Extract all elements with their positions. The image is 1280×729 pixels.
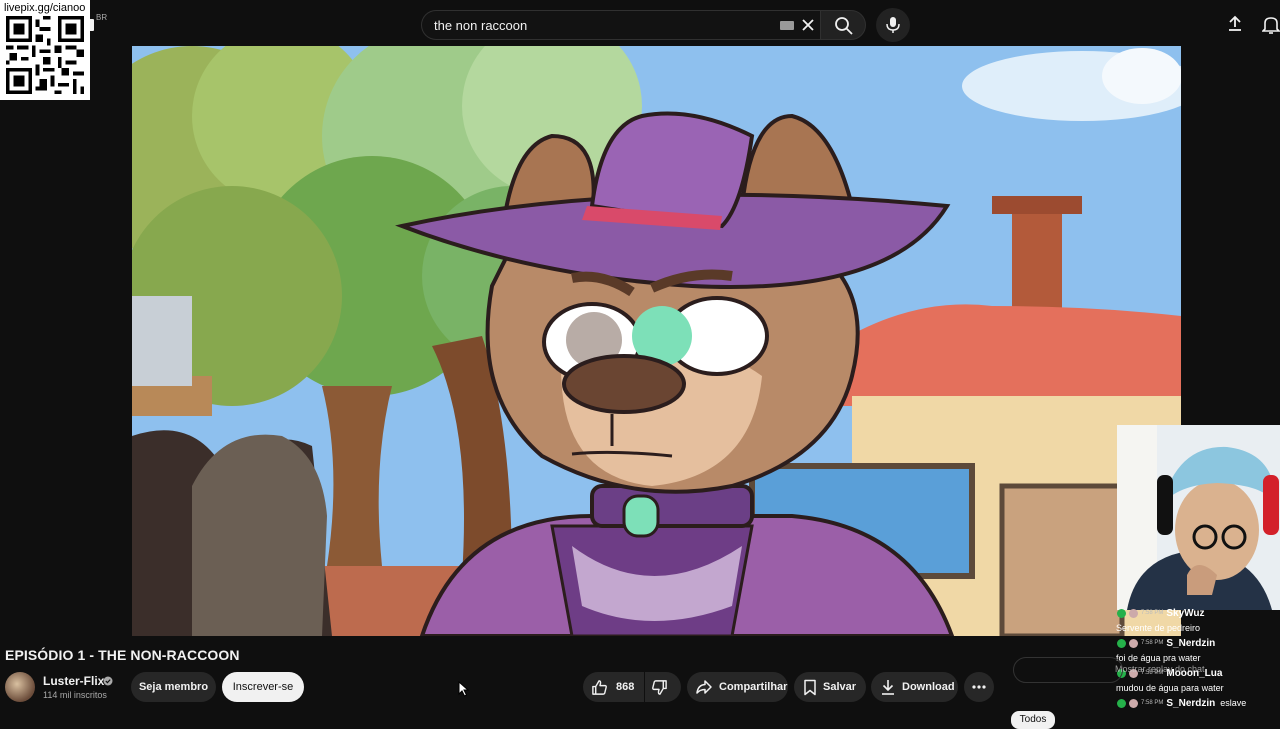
chat-text: mudou de água para water xyxy=(1116,683,1224,693)
chat-text: eslave xyxy=(1220,698,1247,708)
streamer-webcam xyxy=(1117,425,1280,610)
video-title: EPISÓDIO 1 - THE NON-RACCOON xyxy=(5,647,240,663)
sub-badge-icon xyxy=(1117,609,1126,618)
microphone-icon xyxy=(886,17,900,33)
sub-badge-icon xyxy=(1117,639,1126,648)
subscribe-button-label: Inscrever-se xyxy=(232,681,294,693)
share-icon xyxy=(696,680,712,694)
keyboard-icon[interactable] xyxy=(780,21,794,30)
voice-search-button[interactable] xyxy=(876,8,910,42)
chat-username: S_Nerdzin xyxy=(1166,638,1216,649)
chat-message: 7:58 PM S_Nerdzin eslave xyxy=(1115,696,1280,711)
chat-message: 7:58 PM S_Nerdzin foi de água pra water xyxy=(1115,636,1280,666)
chat-timestamp: 7:58 PM xyxy=(1141,610,1164,616)
download-icon xyxy=(882,679,894,695)
subscribe-button[interactable]: Inscrever-se xyxy=(222,672,304,702)
more-actions-button[interactable] xyxy=(964,672,994,702)
clear-search-icon[interactable] xyxy=(798,15,818,35)
save-label: Salvar xyxy=(823,681,857,693)
download-button[interactable]: Download xyxy=(871,672,958,702)
like-count: 868 xyxy=(616,681,635,693)
video-frame xyxy=(132,46,1181,636)
dislike-button[interactable] xyxy=(645,672,681,702)
subscriber-count: 114 mil inscritos xyxy=(43,690,107,700)
like-button[interactable]: 868 xyxy=(583,672,644,702)
search-input[interactable]: the non raccoon xyxy=(434,18,527,33)
upload-icon[interactable] xyxy=(1226,15,1244,33)
bookmark-icon xyxy=(804,679,816,695)
chat-message: 7:58 PM SkyWuz Servente de pedreiro xyxy=(1115,606,1280,636)
chat-timestamp: 7:58 PM xyxy=(1141,640,1164,646)
channel-name[interactable]: Luster-Flix xyxy=(43,674,104,688)
user-badge-icon xyxy=(1129,699,1138,708)
top-bar: BR the non raccoon xyxy=(0,0,1280,46)
live-chat: 7:58 PM SkyWuz Servente de pedreiro 7:58… xyxy=(1115,606,1280,720)
share-button[interactable]: Compartilhar xyxy=(687,672,788,702)
chat-replay-button[interactable] xyxy=(1013,657,1123,683)
qr-overlay: livepix.gg/cianoo xyxy=(0,0,90,100)
verified-icon xyxy=(103,676,113,686)
thumbs-down-icon xyxy=(652,679,667,695)
download-label: Download xyxy=(902,681,955,693)
video-player[interactable] xyxy=(132,46,1181,636)
filter-chip-all[interactable]: Todos xyxy=(1011,711,1055,729)
mouse-cursor-icon xyxy=(458,681,470,697)
show-chat-replay-label: Mostrar replay do chat xyxy=(1115,664,1205,674)
save-button[interactable]: Salvar xyxy=(794,672,866,702)
chat-text: Servente de pedreiro xyxy=(1116,623,1201,633)
sub-badge-icon xyxy=(1117,699,1126,708)
join-button-label: Seja membro xyxy=(138,681,209,693)
notifications-bell-icon[interactable] xyxy=(1262,15,1280,35)
search-icon xyxy=(835,17,853,35)
qr-code xyxy=(6,16,84,94)
channel-avatar[interactable] xyxy=(5,672,35,702)
more-horizontal-icon xyxy=(972,685,986,689)
search-button[interactable] xyxy=(820,10,866,40)
chat-timestamp: 7:58 PM xyxy=(1141,700,1164,706)
qr-url-label: livepix.gg/cianoo xyxy=(4,2,86,14)
share-label: Compartilhar xyxy=(719,681,788,693)
search-box[interactable]: the non raccoon xyxy=(421,10,821,40)
user-badge-icon xyxy=(1129,639,1138,648)
streamer-image xyxy=(1117,425,1280,610)
user-badge-icon xyxy=(1129,609,1138,618)
country-code: BR xyxy=(96,13,108,22)
join-button[interactable]: Seja membro xyxy=(131,672,216,702)
chat-username: S_Nerdzin xyxy=(1166,698,1216,709)
thumbs-up-icon xyxy=(592,679,607,695)
chat-username: SkyWuz xyxy=(1166,608,1205,619)
